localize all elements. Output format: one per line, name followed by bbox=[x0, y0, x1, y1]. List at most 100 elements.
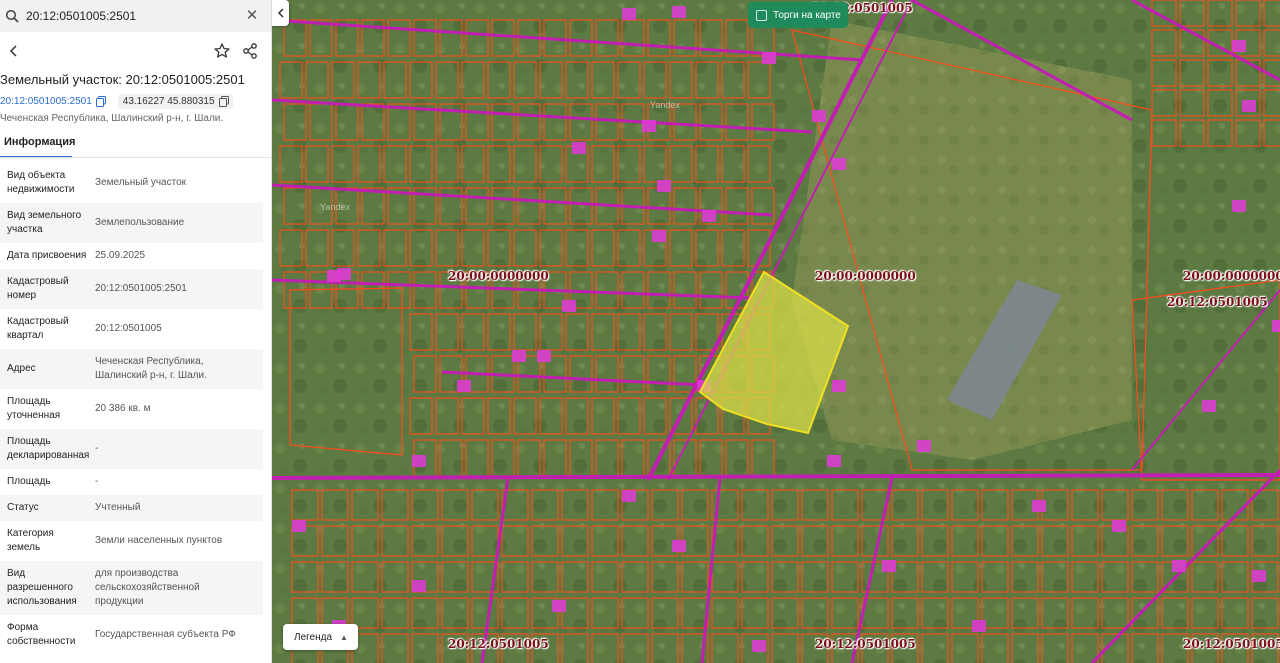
info-row-value: 20:12:0501005:2501 bbox=[95, 269, 263, 309]
map-label-bottom-center: 20:12:0501005 bbox=[815, 637, 916, 651]
info-value-line: сельскохозяйственной bbox=[95, 582, 200, 593]
info-table: Вид объекта недвижимости Земельный участок… bbox=[0, 163, 263, 655]
building bbox=[622, 8, 636, 20]
info-row: Площадь - bbox=[0, 469, 263, 495]
info-row: Статус Учтенный bbox=[0, 495, 263, 521]
building bbox=[327, 270, 341, 282]
info-value-line: Земли населенных пунктов bbox=[95, 535, 223, 546]
info-value-line: Учтенный bbox=[95, 502, 141, 513]
building bbox=[292, 520, 306, 532]
info-row-value: Учтенный bbox=[95, 495, 263, 521]
info-row-key: Вид земельного участка bbox=[0, 203, 95, 243]
clear-search-icon[interactable]: ✕ bbox=[244, 8, 260, 24]
building bbox=[537, 350, 551, 362]
building bbox=[1232, 200, 1246, 212]
address-subtitle: Чеченская Республика, Шалинский р-н, г. … bbox=[0, 113, 224, 124]
info-row: Кадастровый номер 20:12:0501005:2501 bbox=[0, 269, 263, 309]
building bbox=[972, 620, 986, 632]
map-canvas[interactable]: Yandex Yandex bbox=[272, 0, 1280, 663]
info-value-line: для производства bbox=[95, 568, 179, 579]
info-key-line: Площадь bbox=[7, 476, 51, 487]
building bbox=[672, 6, 686, 18]
info-key-line: собственности bbox=[7, 636, 76, 647]
building bbox=[1252, 570, 1266, 582]
map-label-center-mid: 20:00:0000000 bbox=[815, 269, 916, 283]
chevron-left-icon bbox=[277, 8, 284, 18]
info-key-line: декларированная bbox=[7, 450, 90, 461]
info-row: Площадь декларированная - bbox=[0, 429, 263, 469]
search-icon[interactable] bbox=[0, 0, 24, 32]
info-row-key: Форма собственности bbox=[0, 615, 95, 655]
identifiers-row: 20:12:0501005:2501 43.16227 45.880315 bbox=[0, 92, 233, 110]
info-value-line: 25.09.2025 bbox=[95, 250, 146, 261]
info-value-line: Чеченская Республика, bbox=[95, 356, 204, 367]
info-key-line: недвижимости bbox=[7, 184, 75, 195]
info-value-line: - bbox=[95, 443, 99, 454]
info-key-line: Вид объекта bbox=[7, 170, 66, 181]
search-input[interactable] bbox=[24, 9, 234, 23]
info-row: Вид земельного участка Землепользование bbox=[0, 203, 263, 243]
info-row-key: Площадь декларированная bbox=[0, 429, 95, 469]
map-view[interactable]: Yandex Yandex 20:12:0501005 20:00:000000… bbox=[272, 0, 1280, 663]
chevron-up-icon: ▲ bbox=[340, 632, 348, 642]
tab-divider bbox=[0, 157, 271, 158]
building bbox=[827, 455, 841, 467]
info-row-value: для производства сельскохозяйственной прод… bbox=[95, 561, 263, 615]
info-key-line: Кадастровый bbox=[7, 276, 69, 287]
building bbox=[657, 180, 671, 192]
building bbox=[622, 490, 636, 502]
info-key-line: Площадь bbox=[7, 396, 51, 407]
info-key-line: Дата присвоения bbox=[7, 250, 87, 261]
info-value-line: 20:12:0501005:2501 bbox=[95, 283, 187, 294]
panel-toolbar bbox=[0, 38, 271, 64]
torgi-on-map-toggle[interactable]: Торги на карте bbox=[748, 2, 848, 28]
info-row: Форма собственности Государственная субъек… bbox=[0, 615, 263, 655]
info-row-key: Адрес bbox=[0, 349, 95, 389]
coordinates-text: 43.16227 45.880315 bbox=[122, 95, 215, 107]
info-row: Категория земель Земли населенных пунктов bbox=[0, 521, 263, 561]
copy-icon[interactable] bbox=[95, 95, 106, 107]
building bbox=[882, 560, 896, 572]
info-row-key: Кадастровый квартал bbox=[0, 309, 95, 349]
share-icon[interactable] bbox=[240, 41, 260, 61]
building bbox=[832, 380, 846, 392]
info-value-line: Земельный участок bbox=[95, 177, 187, 188]
info-key-line: Статус bbox=[7, 502, 39, 513]
map-label-left-mid: 20:00:0000000 bbox=[448, 269, 549, 283]
building bbox=[672, 540, 686, 552]
tab-information[interactable]: Информация bbox=[0, 132, 75, 158]
building bbox=[917, 440, 931, 452]
info-key-line: Вид bbox=[7, 568, 26, 579]
info-key-line: разрешенного bbox=[7, 582, 73, 593]
map-label-bottom-left: 20:12:0501005 bbox=[448, 637, 549, 651]
info-key-line: квартал bbox=[7, 330, 44, 341]
info-key-line: использования bbox=[7, 596, 77, 607]
building bbox=[702, 210, 716, 222]
info-row-key: Вид разрешенного использования bbox=[0, 561, 95, 615]
building bbox=[412, 455, 426, 467]
back-icon[interactable] bbox=[4, 41, 24, 61]
map-watermark-2: Yandex bbox=[320, 202, 350, 212]
building bbox=[412, 580, 426, 592]
building bbox=[512, 350, 526, 362]
favorite-star-icon[interactable] bbox=[212, 41, 232, 61]
legend-button[interactable]: Легенда ▲ bbox=[283, 624, 358, 650]
info-value-line: Землепользование bbox=[95, 217, 185, 228]
info-key-line: участка bbox=[7, 224, 43, 235]
info-panel: ✕ Земельный участок: 20:12:0501005:2501 … bbox=[0, 0, 272, 663]
building bbox=[832, 158, 846, 170]
torgi-checkbox[interactable] bbox=[756, 9, 767, 21]
building bbox=[572, 142, 586, 154]
building bbox=[642, 120, 656, 132]
info-key-line: Форма bbox=[7, 622, 39, 633]
map-label-right-quarter: 20:12:0501005 bbox=[1167, 295, 1268, 309]
cadastral-number-link[interactable]: 20:12:0501005:2501 bbox=[0, 96, 92, 107]
copy-coordinates-icon[interactable] bbox=[218, 95, 229, 107]
info-key-line: земель bbox=[7, 542, 41, 553]
map-watermark: Yandex bbox=[650, 100, 680, 110]
info-row: Адрес Чеченская Республика, Шалинский р-н,… bbox=[0, 349, 263, 389]
info-row-value: - bbox=[95, 469, 263, 495]
info-key-line: Адрес bbox=[7, 363, 36, 374]
torgi-label: Торги на карте bbox=[773, 9, 841, 21]
collapse-panel-button[interactable] bbox=[272, 0, 289, 26]
